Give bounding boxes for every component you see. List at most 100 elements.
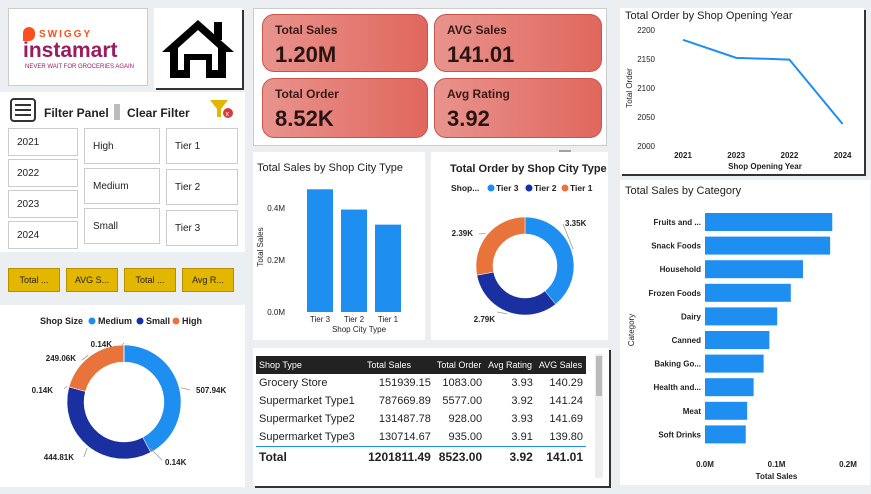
legend-dot-tier1: [561, 184, 569, 192]
legend-dot-tier2: [525, 184, 533, 192]
column-header[interactable]: AVG Sales: [535, 356, 586, 374]
y-tick-label: Meat: [683, 407, 702, 416]
slice: [68, 344, 125, 392]
x-tick-label: 0.0M: [696, 460, 714, 469]
size-high[interactable]: High: [84, 128, 160, 164]
y-tick-label: 0.0M: [267, 308, 285, 317]
y-tick-label: Snack Foods: [651, 242, 701, 251]
kpi-button-total-order[interactable]: Total ...: [124, 268, 176, 292]
y-tick-label: 2000: [637, 142, 655, 151]
clear-filter-icon[interactable]: x: [208, 98, 234, 120]
x-tick-label: 2023: [727, 151, 745, 160]
column-header[interactable]: Total Sales: [364, 356, 434, 374]
x-axis-title: Shop City Type: [332, 325, 387, 334]
cell-total-order: 1083.00: [442, 377, 483, 389]
leader-line: [149, 447, 163, 461]
clear-filter-button[interactable]: Clear Filter: [127, 106, 190, 120]
kpi-button-avg-rating[interactable]: Avg R...: [182, 268, 234, 292]
cell-avg-sales: 139.80: [549, 431, 583, 443]
bar: [341, 209, 367, 312]
table-scrollbar[interactable]: [595, 354, 603, 478]
bar: [705, 236, 831, 255]
y-tick-label: 0.4M: [267, 204, 285, 213]
y-tick-label: 2100: [637, 84, 655, 93]
column-header[interactable]: Total Order: [433, 356, 486, 374]
table-row: Supermarket Type3 130714.67 935.00 3.91 …: [256, 428, 586, 447]
leader-line: [63, 386, 68, 390]
y-tick-label: Baking Go...: [654, 360, 701, 369]
slice: [524, 216, 575, 305]
cell-avg-rating: 3.93: [511, 377, 533, 389]
bar: [705, 213, 833, 231]
kpi-label: Avg Rating: [447, 87, 510, 101]
orders-by-year-chart: Total Order by Shop Opening Year 2200 215…: [620, 8, 864, 174]
bar: [705, 354, 764, 373]
x-tick-label: 2024: [834, 151, 852, 160]
size-medium[interactable]: Medium: [84, 168, 160, 204]
cell-shop-type: Supermarket Type1: [259, 395, 355, 407]
year-2023[interactable]: 2023: [8, 190, 78, 218]
table-header-row: Shop Type Total Sales Total Order Avg Ra…: [256, 356, 586, 374]
filter-panel-label: Filter Panel: [44, 106, 109, 120]
filter-panel-icon: [10, 98, 36, 122]
column-header[interactable]: Shop Type: [256, 356, 364, 374]
y-axis-title: Total Sales: [256, 227, 265, 266]
data-label: 0.14K: [32, 386, 54, 395]
kpi-total-order: Total Order 8.52K: [262, 78, 428, 138]
cell-total-sales: 787669.89: [378, 395, 431, 407]
cell-total-order: 935.00: [448, 431, 483, 443]
orders-by-city-donut: Shop... Tier 3 Tier 2 Tier 1 3.35K 2.79K 2…: [451, 183, 593, 324]
leader-line: [121, 342, 125, 346]
orders-by-year-line: 2200 2150 2100 2050 2000 2021 2023 2022 2024 Shop…: [625, 26, 852, 171]
bar: [307, 189, 333, 312]
cell-total-order: 5577.00: [442, 395, 483, 407]
year-2021[interactable]: 2021: [8, 128, 78, 156]
table-total-row: Total 1201811.49 8523.00 3.92 141.01: [256, 447, 586, 468]
tier-1[interactable]: Tier 1: [166, 128, 238, 164]
cell-avg-rating: 3.92: [511, 395, 533, 407]
slice: [123, 344, 182, 453]
x-tick-label: 2021: [674, 151, 692, 160]
y-tick-label: 2150: [637, 55, 655, 64]
cell-avg-rating: 3.93: [511, 413, 533, 425]
y-tick-label: Canned: [672, 336, 701, 345]
tier-2[interactable]: Tier 2: [166, 169, 238, 205]
home-button[interactable]: [154, 8, 242, 88]
data-label: 0.14K: [91, 340, 113, 349]
y-tick-label: 2050: [637, 113, 655, 122]
data-label: 2.39K: [452, 229, 474, 238]
cell-avg-sales: 140.29: [549, 377, 583, 389]
home-icon: [162, 20, 234, 78]
cell-avg-rating: 3.91: [511, 431, 533, 443]
year-2022[interactable]: 2022: [8, 159, 78, 187]
kpi-label: Total Sales: [275, 23, 338, 37]
kpi-button-total-sales[interactable]: Total ...: [8, 268, 60, 292]
leader-line: [496, 311, 508, 315]
year-2024[interactable]: 2024: [8, 221, 78, 249]
cell-avg-sales: 141.69: [549, 413, 583, 425]
x-axis-title: Shop Opening Year: [728, 162, 802, 171]
kpi-button-avg-sales[interactable]: AVG S...: [66, 268, 118, 292]
legend-label-small: Small: [146, 316, 170, 326]
legend-shop-size: Shop Size Medium Small High: [40, 316, 202, 326]
y-tick-label: 0.2M: [267, 256, 285, 265]
orders-by-city-type-chart: Total Order by Shop City Type Shop... Ti…: [431, 152, 608, 340]
shop-type-table: Shop Type Total Sales Total Order Avg Ra…: [256, 356, 586, 467]
kpi-label: Total Order: [275, 87, 339, 101]
size-small[interactable]: Small: [84, 208, 160, 244]
y-axis-title: Total Order: [625, 68, 634, 108]
kpi-value: 141.01: [447, 42, 515, 67]
data-label: 249.06K: [46, 354, 76, 363]
kpi-value: 8.52K: [275, 106, 334, 131]
leader-line: [181, 387, 191, 391]
bar: [705, 331, 770, 349]
y-tick-label: Soft Drinks: [658, 430, 701, 439]
data-label: 507.94K: [196, 386, 226, 395]
legend-dot-small: [136, 317, 144, 325]
sales-by-category-chart: Total Sales by Category Fruits and ... Sn…: [620, 180, 870, 485]
x-tick-label: 0.2M: [839, 460, 857, 469]
bar: [705, 283, 791, 302]
tier-3[interactable]: Tier 3: [166, 210, 238, 246]
column-header[interactable]: Avg Rating: [485, 356, 536, 374]
legend-label-tier2: Tier 2: [534, 183, 557, 193]
